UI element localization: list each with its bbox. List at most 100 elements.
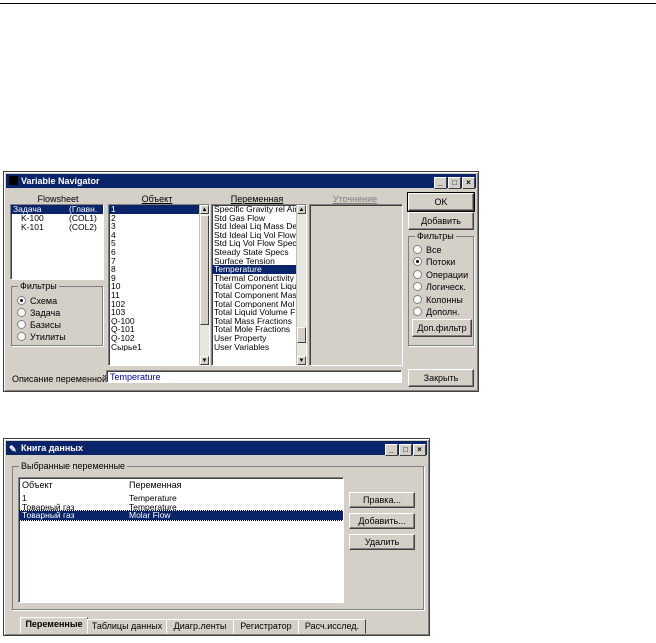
close-button[interactable]: Закрыть bbox=[408, 369, 474, 387]
variable-item[interactable]: User Variables bbox=[212, 343, 296, 352]
minimize-icon[interactable]: _ bbox=[434, 177, 447, 189]
variable-navigator-window: Variable Navigator _ □ × Flowsheet Объект … bbox=[3, 171, 479, 392]
radio-label: Операции bbox=[426, 269, 469, 280]
variable-item[interactable]: Std Liq Vol Flow Spec bbox=[212, 239, 296, 248]
variable-item[interactable]: Temperature bbox=[212, 265, 296, 274]
object-item[interactable]: Q-100 bbox=[109, 317, 199, 326]
flowsheet-item[interactable]: K-101 (COL2) bbox=[11, 223, 103, 232]
flowsheet-name: Задача bbox=[13, 205, 42, 214]
page-top-rule bbox=[0, 3, 656, 4]
object-item[interactable]: 5 bbox=[109, 239, 199, 248]
refine-header: Уточнение bbox=[332, 194, 378, 204]
ok-button[interactable]: OK bbox=[407, 192, 475, 212]
description-field: Temperature bbox=[106, 370, 402, 383]
stream-filter-option[interactable]: Логическ. bbox=[413, 282, 466, 292]
flowsheet-filter-option[interactable]: Утилиты bbox=[17, 332, 66, 342]
variable-list-scrollbar[interactable]: ▲ ▼ bbox=[296, 205, 306, 365]
tab-item[interactable]: Переменные bbox=[20, 617, 88, 634]
object-item[interactable]: 11 bbox=[109, 291, 199, 300]
variable-scroll-thumb[interactable] bbox=[297, 327, 306, 343]
radio-label: Логическ. bbox=[426, 282, 466, 293]
tab-item[interactable]: Расч.исслед. bbox=[298, 619, 366, 634]
app-icon bbox=[9, 176, 18, 185]
object-item[interactable]: Q-101 bbox=[109, 325, 199, 334]
flowsheet-item[interactable]: K-100 (COL1) bbox=[11, 214, 103, 223]
scroll-down-icon[interactable]: ▼ bbox=[297, 356, 306, 365]
object-item[interactable]: 4 bbox=[109, 231, 199, 240]
object-item[interactable]: 102 bbox=[109, 300, 199, 309]
edit-button[interactable]: Правка... bbox=[349, 492, 415, 508]
row-variable: Molar Flow bbox=[129, 510, 171, 520]
object-item[interactable]: 6 bbox=[109, 248, 199, 257]
radio-icon bbox=[413, 294, 422, 304]
selected-variables-list[interactable]: Объект Переменная 1 Temperature Товарный г… bbox=[18, 477, 344, 603]
variable-item[interactable]: Total Mass Fractions bbox=[212, 317, 296, 326]
flowsheet-filter-option[interactable]: Базисы bbox=[17, 320, 61, 330]
description-value: Temperature bbox=[110, 372, 161, 382]
add-variable-button[interactable]: Добавить... bbox=[349, 513, 415, 529]
extra-filter-button[interactable]: Доп.фильтр bbox=[412, 319, 472, 337]
radio-label: Утилиты bbox=[30, 332, 66, 342]
variable-item[interactable]: Specific Gravity rel Air bbox=[212, 205, 296, 214]
tab-item[interactable]: Регистратор bbox=[233, 619, 299, 634]
variable-item[interactable]: Surface Tension bbox=[212, 257, 296, 266]
minimize-icon[interactable]: _ bbox=[385, 444, 398, 456]
flowsheet-list[interactable]: Задача (Главн. K-100 (COL1) K-101 (COL2) bbox=[10, 204, 104, 280]
variable-item[interactable]: User Property bbox=[212, 334, 296, 343]
flowsheet-filter-option[interactable]: Задача bbox=[17, 308, 60, 318]
object-item[interactable]: 1 bbox=[109, 205, 199, 214]
variable-item[interactable]: Total Mole Fractions bbox=[212, 325, 296, 334]
variable-item[interactable]: Std Ideal Liq Mass De bbox=[212, 222, 296, 231]
stream-filter-option[interactable]: Потоки bbox=[413, 257, 455, 267]
close-icon[interactable]: × bbox=[413, 444, 426, 456]
object-item[interactable]: Q-102 bbox=[109, 334, 199, 343]
selected-variables-label: Выбранные переменные bbox=[19, 461, 128, 471]
close-icon[interactable]: × bbox=[462, 177, 475, 189]
radio-icon bbox=[413, 282, 422, 292]
variable-item[interactable]: Total Component Liqu bbox=[212, 282, 296, 291]
tab-item[interactable]: Таблицы данных bbox=[87, 619, 167, 634]
maximize-icon[interactable]: □ bbox=[448, 177, 461, 189]
flowsheet-tag: (COL2) bbox=[69, 223, 97, 232]
object-item[interactable]: 3 bbox=[109, 222, 199, 231]
scroll-down-icon[interactable]: ▼ bbox=[200, 356, 209, 365]
stream-filter-option[interactable]: Все bbox=[413, 245, 442, 255]
variable-list[interactable]: Specific Gravity rel Air Std Gas Flow Std … bbox=[211, 204, 307, 366]
scroll-up-icon[interactable]: ▲ bbox=[297, 205, 306, 214]
flowsheet-item[interactable]: Задача (Главн. bbox=[11, 205, 103, 214]
object-item[interactable]: 9 bbox=[109, 274, 199, 283]
stream-filter-option[interactable]: Колонны bbox=[413, 294, 463, 305]
object-item[interactable]: 7 bbox=[109, 257, 199, 266]
object-list-scrollbar[interactable]: ▲ ▼ bbox=[199, 205, 209, 365]
variable-item[interactable]: Std Ideal Liq Vol Flow bbox=[212, 231, 296, 240]
table-row[interactable]: Товарный газ Molar Flow bbox=[19, 510, 343, 521]
variable-item[interactable]: Thermal Conductivity bbox=[212, 274, 296, 283]
object-item[interactable]: Сырье1 bbox=[109, 343, 199, 352]
description-label: Описание переменной bbox=[12, 374, 107, 384]
flowsheet-filter-option[interactable]: Схема bbox=[17, 296, 57, 306]
stream-filter-option[interactable]: Операции bbox=[413, 269, 469, 280]
navigator-title-bar[interactable]: Variable Navigator _ □ × bbox=[6, 174, 476, 189]
object-scroll-thumb[interactable] bbox=[200, 215, 209, 325]
object-list[interactable]: 1 2 3 4 5 6 7 8 9 10 11 102 103 Q-100 Q-101 Q-102 Сырье1… bbox=[108, 204, 210, 366]
add-button[interactable]: Добавить bbox=[408, 212, 474, 230]
object-item[interactable]: 103 bbox=[109, 308, 199, 317]
variable-item[interactable]: Total Liquid Volume F bbox=[212, 308, 296, 317]
object-column-header: Объект bbox=[22, 480, 53, 490]
databook-title-bar[interactable]: ✎ Книга данных _ □ × bbox=[6, 441, 427, 456]
variable-item[interactable]: Std Gas Flow bbox=[212, 214, 296, 223]
maximize-icon[interactable]: □ bbox=[399, 444, 412, 456]
object-item[interactable]: 8 bbox=[109, 265, 199, 274]
scroll-up-icon[interactable]: ▲ bbox=[200, 205, 209, 214]
object-item[interactable]: 10 bbox=[109, 282, 199, 291]
delete-button[interactable]: Удалить bbox=[349, 534, 415, 550]
stream-filters-group: Фильтры Все Потоки Операции Логическ. Колонн… bbox=[408, 231, 474, 346]
stream-filter-option[interactable]: Дополн. bbox=[413, 307, 460, 317]
variable-item[interactable]: Steady State Specs bbox=[212, 248, 296, 257]
flowsheet-header: Flowsheet bbox=[37, 194, 79, 204]
databook-window: ✎ Книга данных _ □ × Выбранные переменные О… bbox=[3, 438, 430, 636]
tab-item[interactable]: Диагр.ленты bbox=[166, 619, 234, 634]
variable-item[interactable]: Total Component Mol bbox=[212, 300, 296, 309]
variable-item[interactable]: Total Component Mas bbox=[212, 291, 296, 300]
object-item[interactable]: 2 bbox=[109, 214, 199, 223]
